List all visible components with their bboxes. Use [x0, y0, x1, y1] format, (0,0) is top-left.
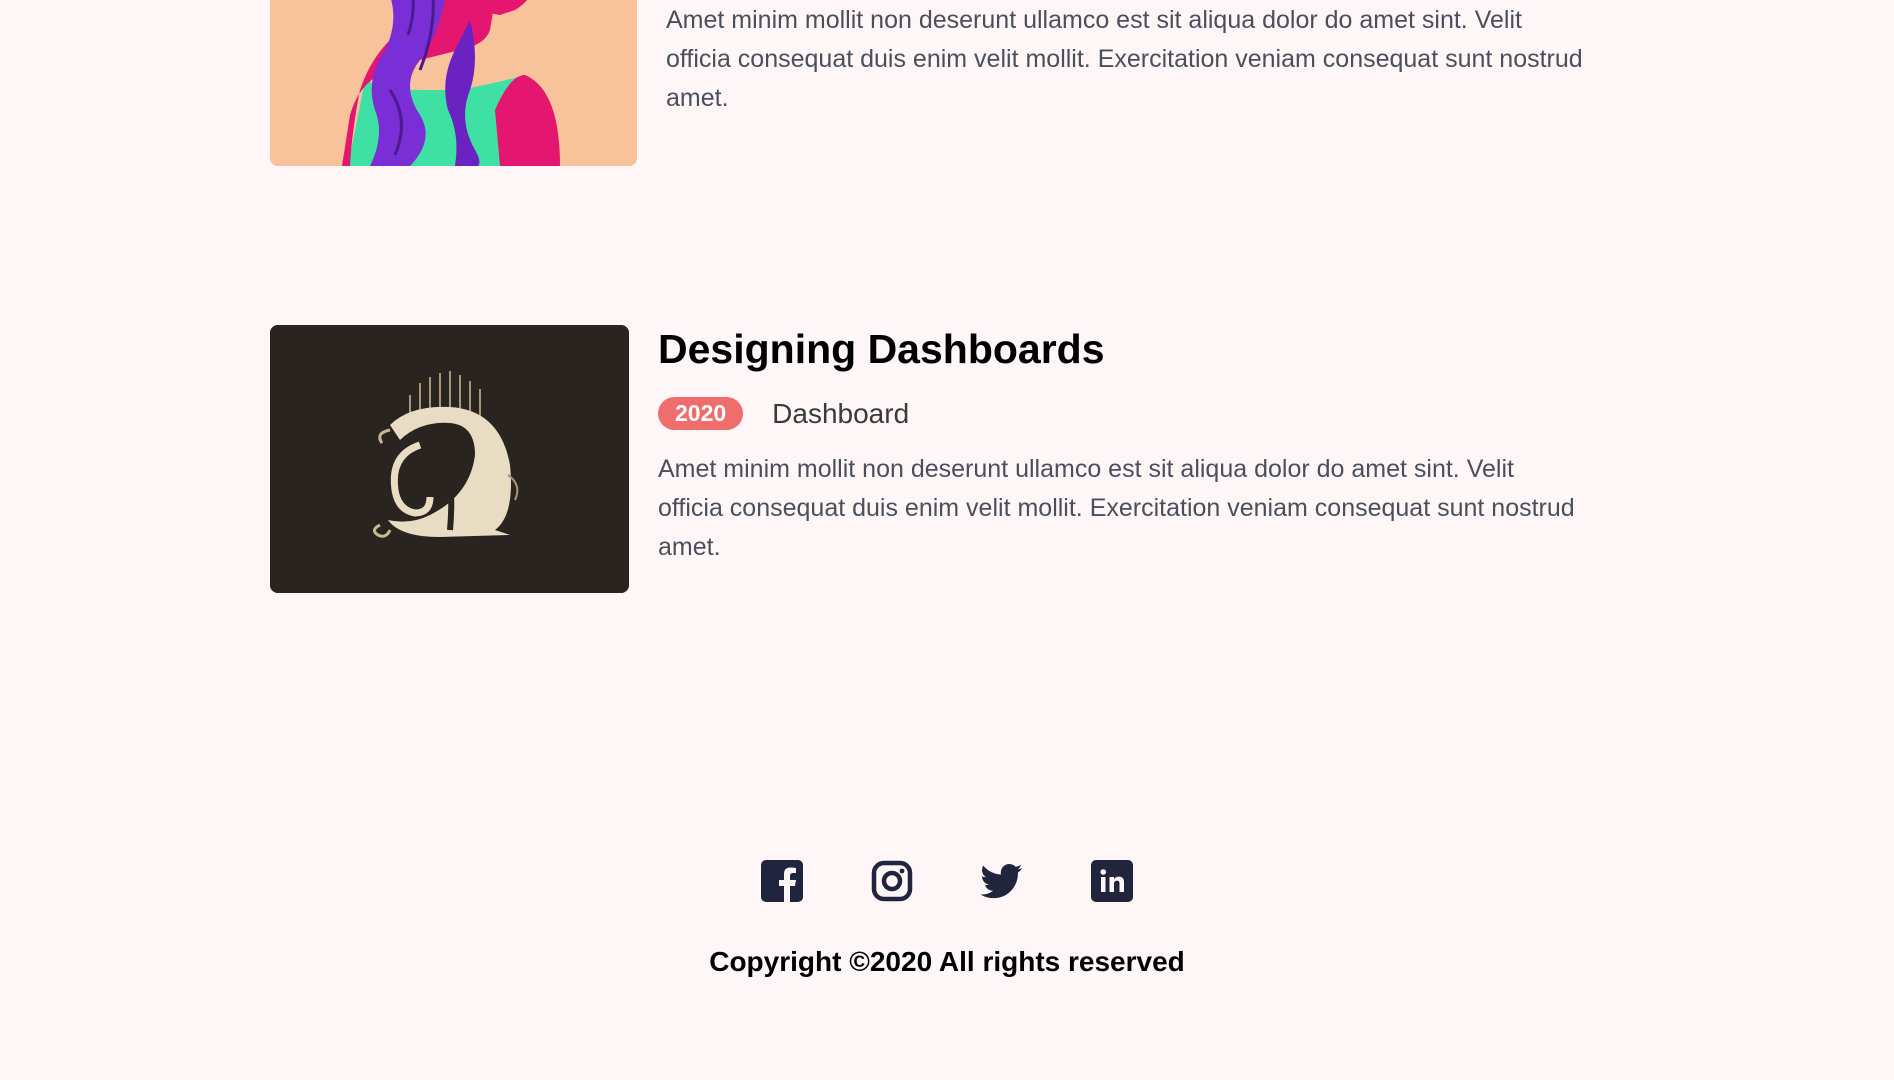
footer: Copyright ©2020 All rights reserved — [0, 860, 1894, 978]
facebook-link[interactable] — [761, 860, 803, 902]
instagram-link[interactable] — [871, 860, 913, 902]
linkedin-icon — [1091, 860, 1133, 902]
facebook-icon — [761, 860, 803, 902]
work-description: Amet minim mollit non deserunt ullamco e… — [666, 6, 1583, 112]
ornamental-letter-image — [270, 325, 629, 593]
work-category: Dashboard — [772, 397, 910, 429]
work-content: Designing Dashboards 2020 Dashboard Amet… — [658, 325, 1578, 567]
woman-illustration-image — [270, 0, 637, 166]
twitter-icon — [980, 864, 1023, 899]
copyright-text: Copyright ©2020 All rights reserved — [709, 946, 1185, 977]
work-title[interactable]: Designing Dashboards — [658, 325, 1578, 373]
work-thumbnail[interactable] — [270, 325, 629, 593]
work-meta: 2020 Dashboard — [658, 397, 1578, 430]
work-item[interactable]: Amet minim mollit non deserunt ullamco e… — [270, 0, 1586, 166]
twitter-link[interactable] — [980, 860, 1023, 902]
linkedin-link[interactable] — [1091, 860, 1133, 902]
instagram-icon — [871, 860, 913, 902]
work-description: Amet minim mollit non deserunt ullamco e… — [658, 455, 1575, 561]
social-links — [0, 860, 1894, 902]
work-item[interactable]: Designing Dashboards 2020 Dashboard Amet… — [270, 325, 1578, 593]
year-badge: 2020 — [658, 397, 744, 430]
work-thumbnail[interactable] — [270, 0, 637, 166]
work-content: Amet minim mollit non deserunt ullamco e… — [666, 0, 1586, 118]
